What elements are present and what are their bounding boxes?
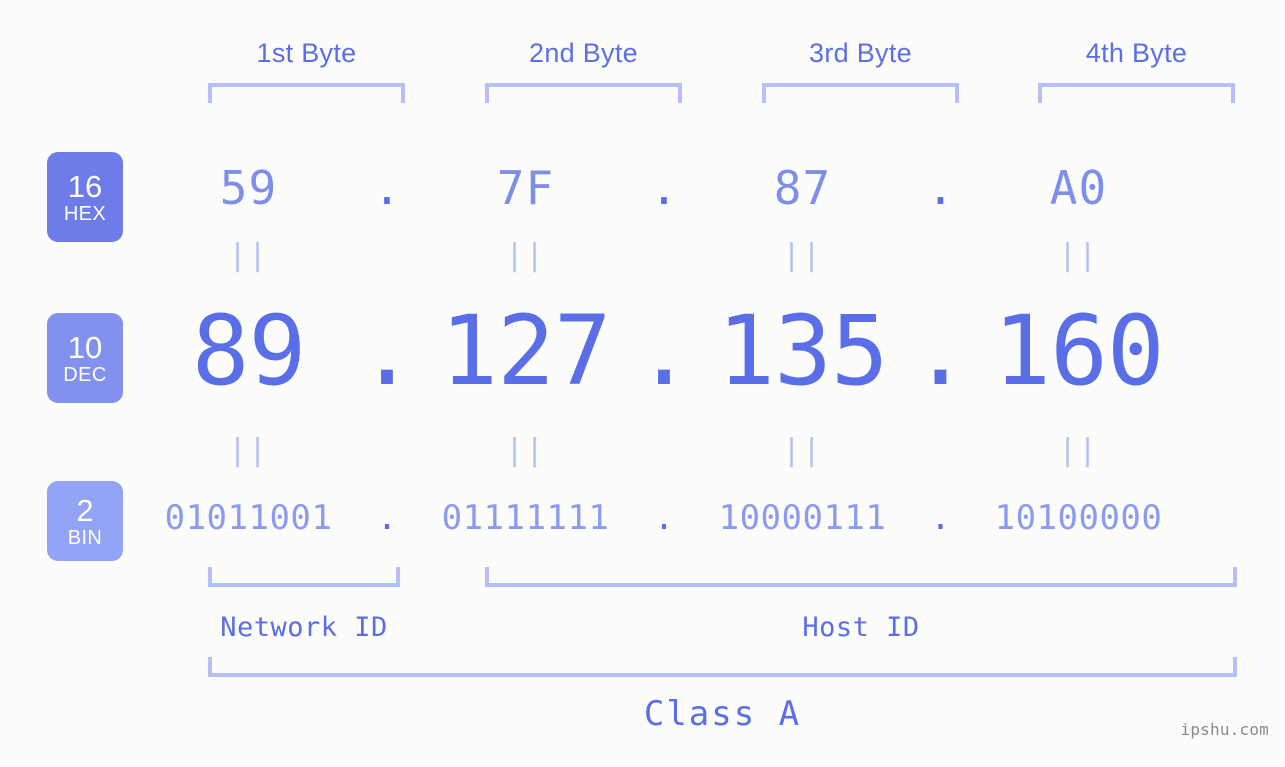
byte-bracket-2: [485, 83, 682, 103]
byte-bracket-1: [208, 83, 405, 103]
equals-marker-row-dec-bin: || || || ||: [150, 433, 1280, 468]
base-badge-hex: 16 HEX: [47, 152, 123, 242]
equals-marker-6: ||: [505, 433, 546, 468]
byte-header-3: 3rd Byte: [809, 38, 912, 68]
base-badge-dec: 10 DEC: [47, 313, 123, 403]
bin-byte-1: 01011001: [164, 498, 333, 538]
equals-marker-5: ||: [228, 433, 269, 468]
equals-marker-3: ||: [782, 238, 823, 273]
hex-separator-3: .: [926, 161, 955, 215]
byte-header-1: 1st Byte: [256, 38, 357, 68]
base-badge-dec-number: 10: [67, 329, 103, 365]
network-id-label: Network ID: [220, 612, 388, 643]
equals-marker-2: ||: [505, 238, 546, 273]
dec-byte-2: 127: [440, 295, 611, 407]
host-id-label: Host ID: [802, 612, 920, 643]
ip-address-breakdown-diagram: 1st Byte 2nd Byte 3rd Byte 4th Byte 16 H…: [0, 0, 1285, 767]
host-id-bracket: [485, 567, 1237, 587]
byte-header-4: 4th Byte: [1085, 38, 1188, 68]
base-badge-bin-number: 2: [76, 492, 94, 528]
bin-byte-2: 01111111: [441, 498, 610, 538]
byte-bracket-4: [1038, 83, 1235, 103]
hex-byte-2: 7F: [496, 161, 555, 215]
byte-bracket-3: [762, 83, 959, 103]
hex-value-row: 59 . 7F . 87 . A0: [150, 152, 1280, 224]
base-badge-hex-label: HEX: [63, 202, 107, 225]
base-badge-bin: 2 BIN: [47, 481, 123, 561]
dec-value-row: 89 . 127 . 135 . 160: [150, 295, 1280, 407]
bin-value-row: 01011001 . 01111111 . 10000111 . 1010000…: [150, 490, 1280, 546]
bin-byte-4: 10100000: [994, 498, 1163, 538]
equals-marker-8: ||: [1058, 433, 1099, 468]
network-id-bracket: [208, 567, 400, 587]
hex-separator-2: .: [650, 161, 678, 215]
equals-marker-row-hex-dec: || || || ||: [150, 238, 1280, 273]
dec-byte-4: 160: [993, 295, 1164, 407]
class-label: Class A: [643, 694, 802, 734]
equals-marker-1: ||: [228, 238, 269, 273]
hex-byte-1: 59: [219, 161, 278, 215]
equals-marker-4: ||: [1058, 238, 1099, 273]
base-badge-bin-label: BIN: [67, 526, 103, 549]
dec-separator-2: .: [635, 295, 693, 407]
dec-separator-3: .: [911, 295, 970, 407]
hex-separator-1: .: [373, 161, 401, 215]
dec-byte-1: 89: [191, 295, 307, 407]
bin-separator-1: .: [376, 498, 398, 538]
dec-separator-1: .: [358, 295, 416, 407]
class-bracket: [208, 657, 1237, 677]
bin-separator-2: .: [653, 498, 675, 538]
equals-marker-7: ||: [782, 433, 823, 468]
watermark: ipshu.com: [1180, 720, 1269, 739]
bin-byte-3: 10000111: [718, 498, 887, 538]
bin-separator-3: .: [930, 498, 951, 538]
byte-header-2: 2nd Byte: [529, 38, 638, 68]
hex-byte-4: A0: [1049, 161, 1108, 215]
dec-byte-3: 135: [717, 295, 888, 407]
hex-byte-3: 87: [773, 161, 832, 215]
base-badge-hex-number: 16: [67, 168, 103, 204]
base-badge-dec-label: DEC: [63, 363, 107, 386]
